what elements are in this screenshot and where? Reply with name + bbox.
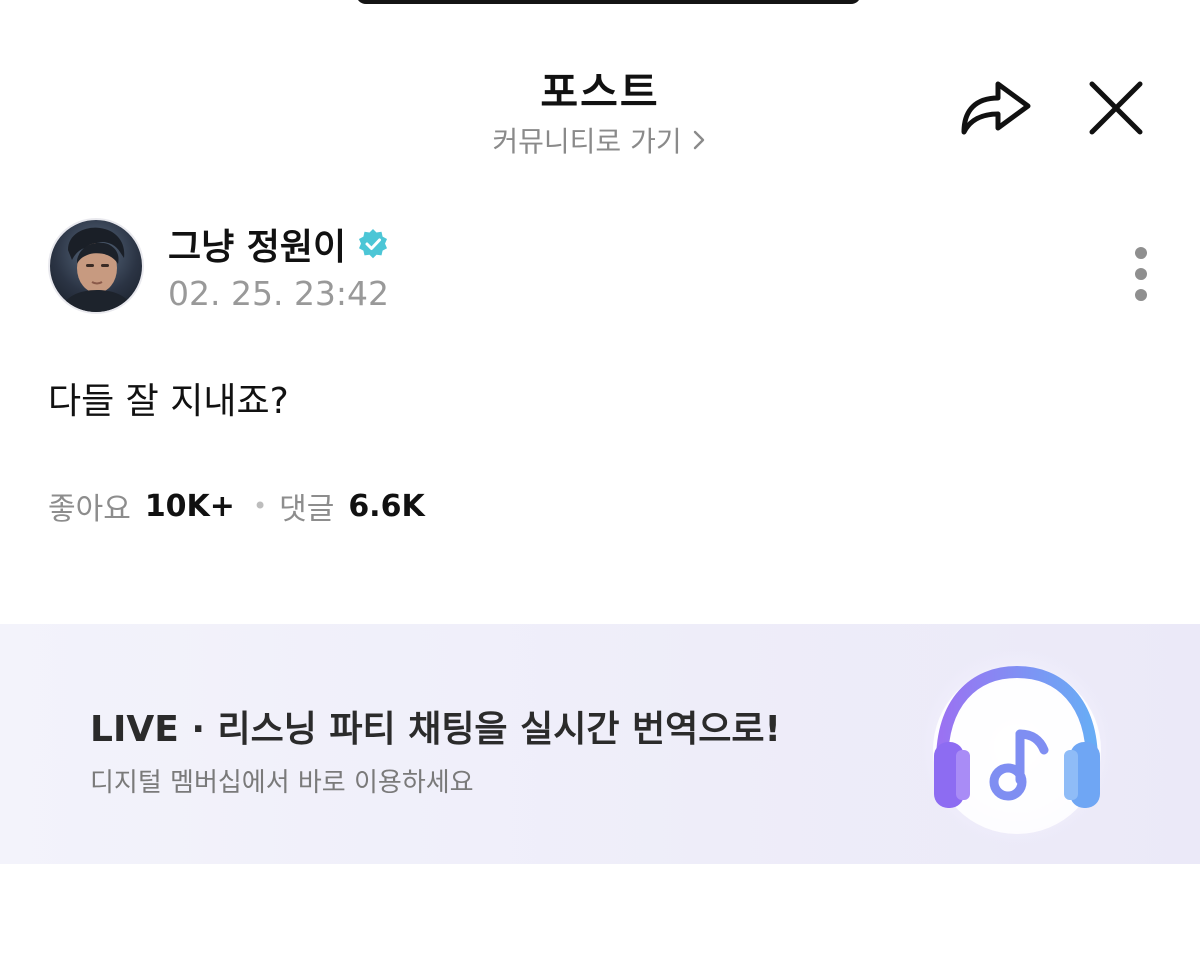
headphones-music-icon xyxy=(913,643,1121,851)
author-name-text: 그냥 정원이 xyxy=(168,227,347,268)
author-name[interactable]: 그냥 정원이 xyxy=(168,218,390,270)
post-stats: 좋아요 10K+ • 댓글 6.6K xyxy=(48,484,425,528)
share-icon[interactable] xyxy=(958,74,1034,140)
comments-count[interactable]: 6.6K xyxy=(348,489,424,524)
verified-badge-icon xyxy=(359,229,388,259)
promo-banner[interactable]: LIVE · 리스닝 파티 채팅을 실시간 번역으로! 디지털 멤버십에서 바로… xyxy=(0,624,1200,864)
banner-title: LIVE · 리스닝 파티 채팅을 실시간 번역으로! xyxy=(90,709,781,750)
post-timestamp: 02. 25. 23:42 xyxy=(168,274,390,313)
stats-separator: • xyxy=(252,492,268,520)
post-screen: 포스트 커뮤니티로 가기 그냥 정원이 02. 25. 23:42 다들 잘 지… xyxy=(0,0,1200,963)
post-author: 그냥 정원이 02. 25. 23:42 xyxy=(48,216,1168,320)
likes-count[interactable]: 10K+ xyxy=(145,489,235,524)
comments-label[interactable]: 댓글 xyxy=(279,484,334,528)
avatar[interactable] xyxy=(48,218,144,314)
community-link-label: 커뮤니티로 가기 xyxy=(492,125,682,158)
avatar-portrait xyxy=(60,227,134,312)
post-body: 다들 잘 지내죠? xyxy=(48,381,289,422)
chevron-right-icon xyxy=(693,130,704,150)
more-vertical-icon[interactable] xyxy=(1124,244,1158,306)
likes-label[interactable]: 좋아요 xyxy=(48,484,131,528)
close-icon[interactable] xyxy=(1086,78,1146,138)
banner-subtitle: 디지털 멤버십에서 바로 이용하세요 xyxy=(90,768,474,798)
